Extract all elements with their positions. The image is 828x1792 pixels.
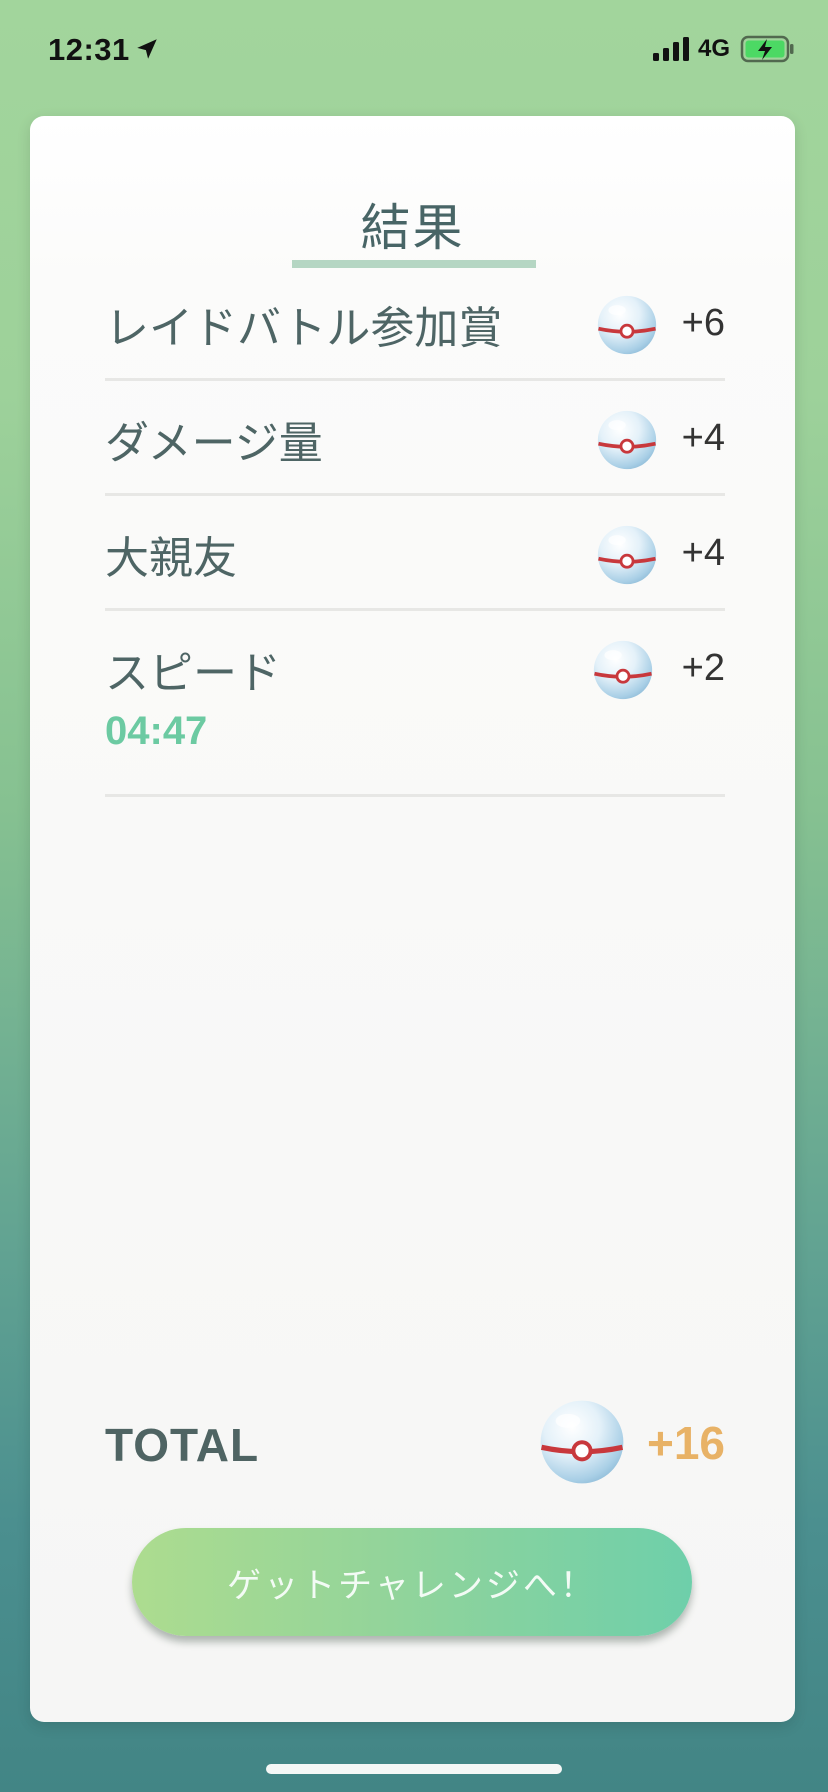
reward-count: +4	[681, 417, 725, 459]
title-underline	[292, 260, 536, 268]
reward-row-speed: スピード +2 04:47	[105, 611, 725, 797]
location-arrow-icon	[137, 39, 157, 59]
reward-label: スピード	[105, 648, 281, 699]
premier-ball-icon	[538, 1398, 626, 1486]
catch-challenge-button-label: ゲットチャレンジへ！	[227, 1566, 597, 1605]
premier-ball-icon	[596, 409, 658, 471]
status-time: 12:31	[48, 32, 130, 67]
speed-time: 04:47	[105, 709, 208, 753]
reward-row-raid-participation: レイドバトル参加賞 +6	[105, 268, 725, 381]
total-count: +16	[646, 1417, 725, 1469]
catch-challenge-button[interactable]: ゲットチャレンジへ！	[132, 1528, 692, 1636]
premier-ball-icon	[596, 524, 658, 586]
total-label: TOTAL	[105, 1419, 260, 1471]
reward-label: レイドバトル参加賞	[105, 303, 503, 354]
premier-ball-icon	[592, 639, 654, 701]
reward-count: +6	[681, 302, 725, 344]
status-bar: 12:31 4G	[0, 0, 828, 100]
premier-ball-icon	[596, 294, 658, 356]
reward-row-damage: ダメージ量 +4	[105, 381, 725, 496]
reward-count: +2	[681, 647, 725, 689]
cellular-signal-icon	[653, 37, 689, 61]
results-card: 結果 レイドバトル参加賞 +6 ダメージ量 +4 大親友 +4 スピード +2 …	[30, 116, 795, 1722]
card-title: 結果	[360, 199, 465, 257]
reward-row-best-friend: 大親友 +4	[105, 496, 725, 611]
row-divider	[105, 794, 725, 797]
network-type: 4G	[698, 35, 731, 62]
reward-label: ダメージ量	[105, 418, 323, 469]
reward-count: +4	[681, 532, 725, 574]
battery-charging-icon	[740, 35, 794, 63]
reward-label: 大親友	[105, 533, 237, 584]
home-indicator[interactable]	[266, 1764, 562, 1774]
